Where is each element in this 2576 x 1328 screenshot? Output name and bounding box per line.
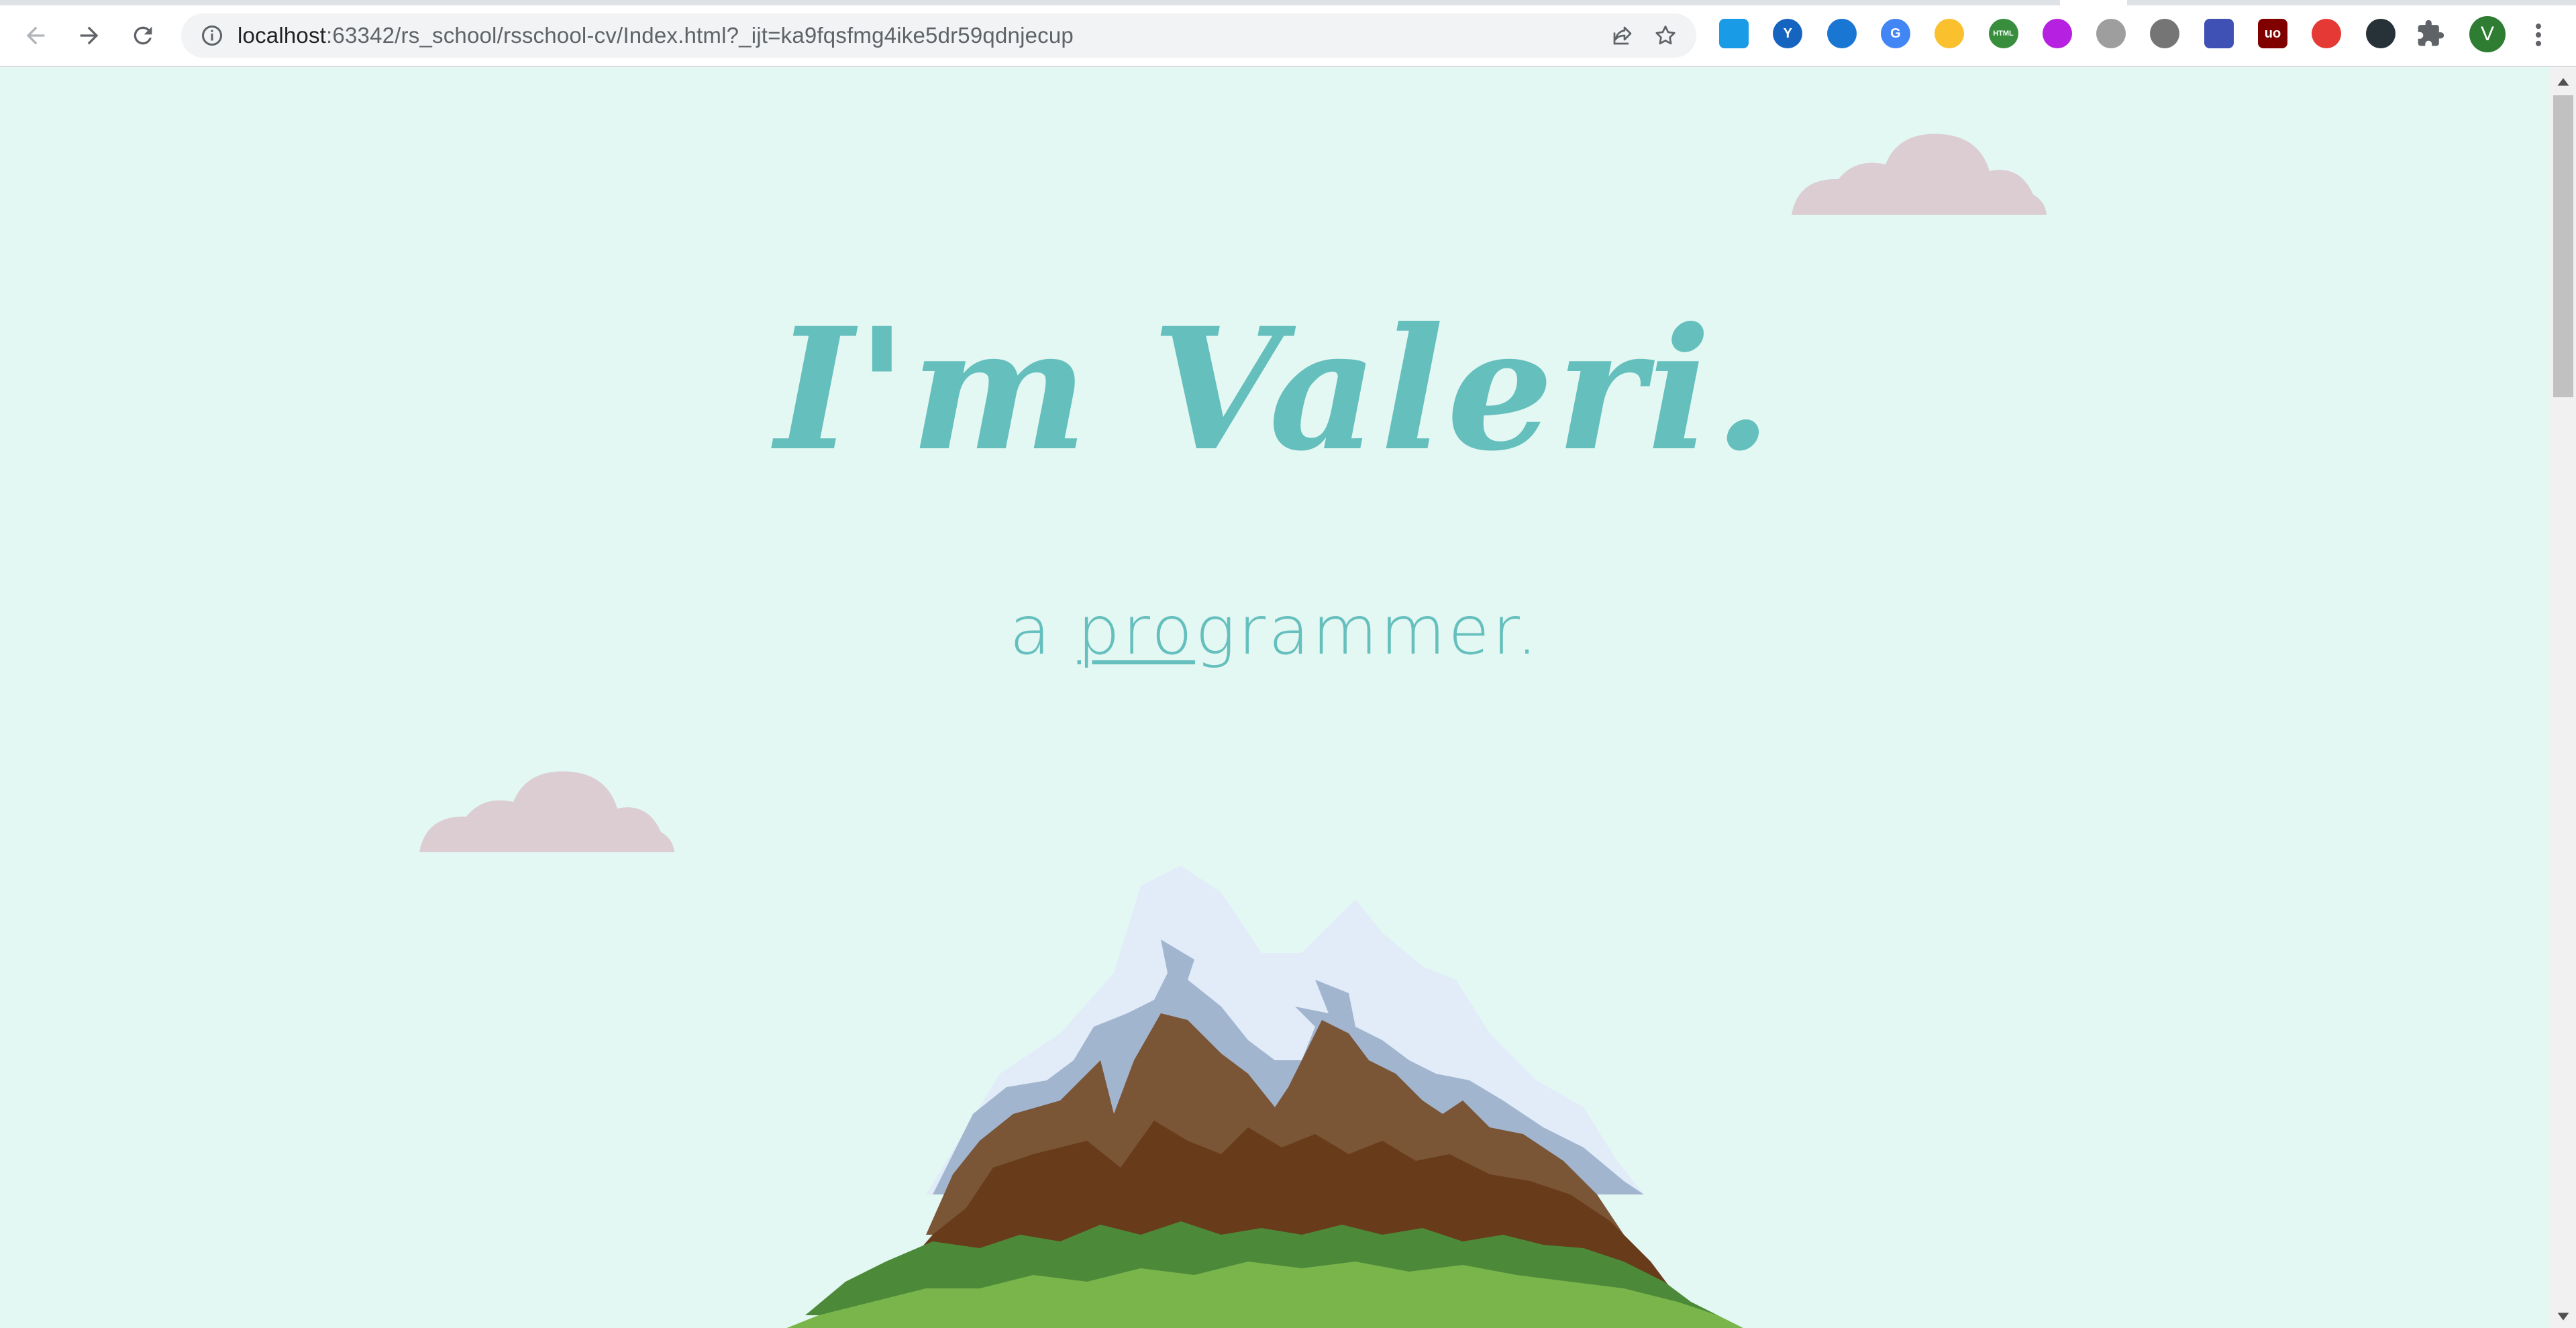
extension-2-icon[interactable]: Y [1773,19,1803,48]
extension-3-icon[interactable] [1826,19,1857,48]
extension-1-icon[interactable] [1719,19,1749,48]
reload-icon [134,26,152,45]
hero-subtitle: a programmer. [0,591,2550,671]
extension-5-icon[interactable] [1935,19,1965,48]
html-extension-glyph: HTML [1993,30,2014,38]
address-bar[interactable]: localhost:63342/rs_school/rsschool-cv/In… [181,13,1696,58]
subtitle-rest: grammer. [1195,591,1541,670]
subtitle-link[interactable]: pro [1078,591,1196,670]
ublock-extension-icon[interactable]: uo [2258,19,2287,48]
url-host: localhost [238,23,327,48]
browser-toolbar: localhost:63342/rs_school/rsschool-cv/In… [0,0,2576,67]
hero-title: I'm Valeri. [775,291,1775,488]
cloud-left [419,771,674,852]
tab-strip-right [2127,0,2576,5]
forward-button[interactable] [71,17,107,54]
bookmark-star-icon[interactable] [1653,23,1678,48]
google-translate-extension-icon[interactable]: G [1880,19,1910,48]
extension-9-icon[interactable] [2150,19,2180,48]
scroll-down-icon[interactable] [2554,1307,2573,1326]
subtitle-prefix: a [1009,591,1078,670]
mountain-illustration [786,866,1743,1328]
url-text[interactable]: localhost:63342/rs_school/rsschool-cv/In… [238,13,1074,58]
extension-13-icon[interactable] [2365,19,2395,48]
extension-10-icon[interactable] [2204,19,2234,48]
url-path: :63342/rs_school/rsschool-cv/Index.html?… [326,23,1074,48]
puzzle-extensions-icon[interactable] [2416,19,2445,48]
extension-12-icon[interactable] [2312,19,2342,48]
scroll-up-icon[interactable] [2554,72,2573,91]
page-content: I'm Valeri. a programmer. [0,67,2550,1328]
extension-7-icon[interactable] [2042,19,2072,48]
extension-8-icon[interactable] [2096,19,2126,48]
html-extension-icon[interactable]: HTML [1988,19,2018,48]
scrollbar-thumb[interactable] [2553,95,2573,397]
back-button[interactable] [17,17,54,54]
arrow-left-icon [26,26,45,45]
profile-avatar[interactable]: V [2469,16,2506,52]
info-icon[interactable] [200,23,224,48]
google-translate-extension-glyph: G [1890,25,1901,41]
cloud-top-right [1792,134,2047,215]
more-menu-icon[interactable] [2528,20,2548,50]
arrow-right-icon [80,26,99,45]
extension-2-glyph: Y [1783,25,1792,41]
reload-button[interactable] [125,17,161,54]
share-icon[interactable] [1610,23,1635,48]
ublock-extension-glyph: uo [2264,25,2281,41]
tab-strip [0,0,2060,5]
